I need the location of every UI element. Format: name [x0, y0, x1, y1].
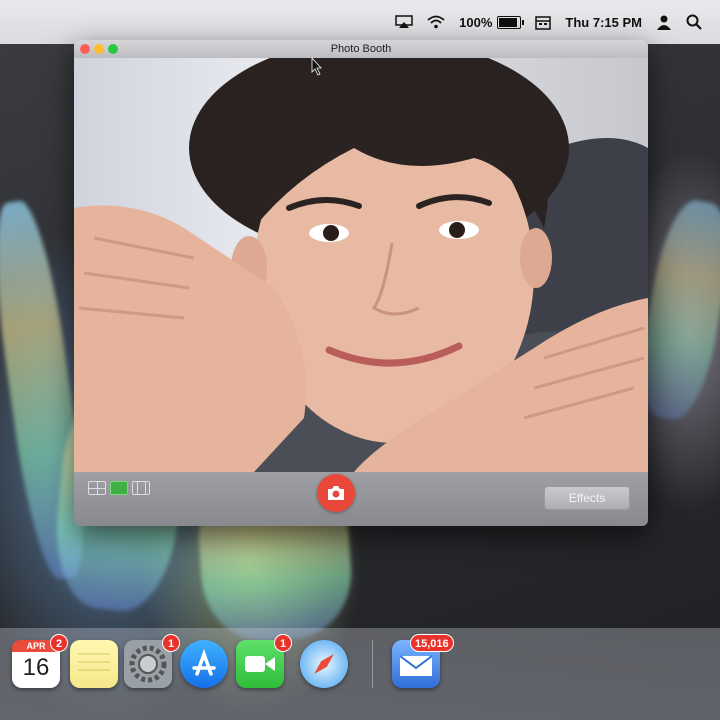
- battery-percent-label: 100%: [459, 14, 493, 30]
- wifi-icon[interactable]: [427, 12, 445, 32]
- dock-separator: [372, 640, 373, 688]
- dock-facetime[interactable]: 1: [236, 634, 292, 688]
- dock-safari[interactable]: [300, 640, 348, 688]
- film-strip-view-icon[interactable]: [132, 481, 150, 495]
- grid-view-icon[interactable]: [88, 481, 106, 495]
- facetime-badge: 1: [274, 634, 292, 652]
- menu-clock[interactable]: Thu 7:15 PM: [565, 15, 642, 30]
- photo-booth-controls: Effects: [74, 472, 648, 526]
- app-store-icon: [192, 648, 216, 676]
- calendar-day: 16: [22, 654, 50, 681]
- minimize-window-button[interactable]: [94, 44, 104, 54]
- safari-icon: [314, 654, 334, 674]
- user-icon[interactable]: [656, 12, 672, 32]
- dock-system-preferences[interactable]: 1: [124, 634, 180, 688]
- dock-calendar[interactable]: APR 16 2: [12, 634, 68, 688]
- photo-booth-window[interactable]: Photo Booth Effects: [74, 40, 648, 526]
- spotlight-search-icon[interactable]: [686, 12, 702, 32]
- system-preferences-badge: 1: [162, 634, 180, 652]
- menu-bar: 100% Thu 7:15 PM: [0, 0, 720, 44]
- dock-mail[interactable]: 15,016: [392, 634, 454, 688]
- window-titlebar[interactable]: Photo Booth: [74, 40, 648, 58]
- camera-icon: [328, 486, 344, 500]
- take-photo-button[interactable]: [317, 474, 355, 512]
- dock-notes[interactable]: [70, 640, 118, 688]
- zoom-window-button[interactable]: [108, 44, 118, 54]
- calendar-icon[interactable]: [535, 12, 552, 32]
- battery-status[interactable]: 100%: [459, 12, 525, 32]
- camera-preview: [74, 58, 648, 472]
- battery-icon: [497, 15, 525, 29]
- close-window-button[interactable]: [80, 44, 90, 54]
- single-photo-view-icon[interactable]: [110, 481, 128, 495]
- window-title: Photo Booth: [330, 43, 392, 55]
- effects-button[interactable]: Effects: [544, 486, 630, 510]
- airplay-icon[interactable]: [395, 12, 413, 32]
- notes-icon: [78, 653, 110, 671]
- calendar-badge: 2: [50, 634, 68, 652]
- camera-preview-image: [74, 58, 648, 472]
- mail-badge: 15,016: [410, 634, 454, 652]
- dock-app-store[interactable]: [180, 640, 228, 688]
- battery-level-fill: [499, 17, 518, 27]
